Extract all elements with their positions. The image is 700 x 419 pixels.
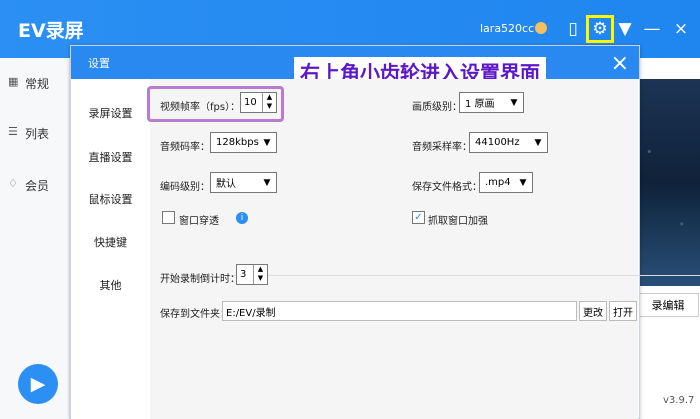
tab-shortcuts[interactable]: 快捷键 [71, 234, 150, 250]
quality-value: 1 原画 [465, 99, 495, 110]
format-select[interactable]: .mp4 ▼ [479, 172, 533, 193]
chevron-down-icon: ▼ [263, 177, 271, 188]
change-folder-button[interactable]: 更改 [579, 301, 607, 321]
list-icon: ☰ [8, 125, 18, 138]
dropdown-icon[interactable]: ▼ [613, 17, 637, 41]
play-record-button[interactable]: ▶ [18, 364, 58, 404]
info-icon[interactable]: i [236, 212, 248, 224]
record-edit-button[interactable]: 录编辑 [637, 293, 699, 317]
chevron-down-icon: ▼ [510, 97, 518, 108]
countdown-spin-icon[interactable]: ▲ ▼ [253, 265, 267, 284]
save-folder-label: 保存到文件夹： [160, 309, 230, 320]
quality-select[interactable]: 1 原画 ▼ [459, 92, 524, 113]
coin-icon [535, 22, 547, 34]
sample-rate-label: 音频采样率： [412, 142, 472, 153]
countdown-label: 开始录制倒计时： [160, 274, 240, 285]
format-value: .mp4 [485, 177, 511, 188]
grid-icon: ▦ [8, 75, 19, 88]
settings-tabs: 录屏设置 直播设置 鼠标设置 快捷键 其他 [71, 79, 150, 419]
quality-label: 画质级别： [412, 102, 462, 113]
version-label: v3.9.7 [663, 395, 695, 406]
tab-record-settings[interactable]: 录屏设置 [71, 105, 150, 121]
audio-bitrate-value: 128kbps [216, 137, 259, 148]
chevron-down-icon: ▼ [263, 137, 271, 148]
audio-bitrate-label: 音频码率： [160, 142, 210, 153]
minimize-icon[interactable]: — [640, 17, 664, 41]
encode-value: 默认 [216, 179, 236, 190]
sidebar-item-member[interactable]: 会员 [25, 177, 49, 194]
countdown-value: 3 [240, 269, 247, 280]
dialog-title: 设置 [88, 57, 110, 70]
countdown-stepper[interactable]: 3 ▲ ▼ [236, 264, 268, 285]
sidebar-item-general[interactable]: 常规 [25, 75, 49, 92]
dialog-header: 设置 右上角小齿轮进入设置界面 × [71, 46, 639, 86]
diamond-icon: ♢ [8, 177, 18, 190]
phone-icon[interactable]: ▯ [561, 17, 585, 41]
username[interactable]: lara520cc [480, 22, 534, 35]
fps-annotation-box [147, 86, 284, 122]
audio-bitrate-select[interactable]: 128kbps ▼ [210, 132, 277, 153]
capture-boost-label: 抓取窗口加强 [428, 216, 488, 227]
settings-divider [224, 275, 700, 276]
dialog-close-icon[interactable]: × [611, 51, 629, 76]
close-window-icon[interactable]: × [669, 17, 693, 41]
tab-live-settings[interactable]: 直播设置 [71, 149, 150, 165]
gear-icon[interactable]: ⚙ [588, 17, 612, 41]
window-through-label: 窗口穿透 [179, 216, 219, 227]
tab-other[interactable]: 其他 [71, 277, 150, 293]
sample-rate-select[interactable]: 44100Hz ▼ [469, 132, 548, 153]
open-folder-button[interactable]: 打开 [609, 301, 637, 321]
sample-rate-value: 44100Hz [475, 137, 520, 148]
desktop-preview [635, 79, 700, 286]
save-folder-input[interactable]: E:/EV/录制 [222, 301, 577, 321]
tab-mouse-settings[interactable]: 鼠标设置 [71, 191, 150, 207]
format-label: 保存文件格式： [412, 182, 482, 193]
app-title: EV录屏 [18, 20, 84, 42]
window-through-checkbox[interactable] [162, 211, 175, 224]
capture-boost-checkbox[interactable]: ✓ [412, 211, 425, 224]
chevron-down-icon: ▼ [519, 177, 527, 188]
sidebar-item-list[interactable]: 列表 [25, 125, 49, 142]
encode-label: 编码级别： [160, 182, 210, 193]
settings-content: 视频帧率（fps）： 10 ▲ ▼ 画质级别： 1 原画 ▼ 音频码率： 128k… [150, 79, 700, 419]
encode-select[interactable]: 默认 ▼ [210, 172, 277, 193]
chevron-down-icon: ▼ [534, 137, 542, 148]
